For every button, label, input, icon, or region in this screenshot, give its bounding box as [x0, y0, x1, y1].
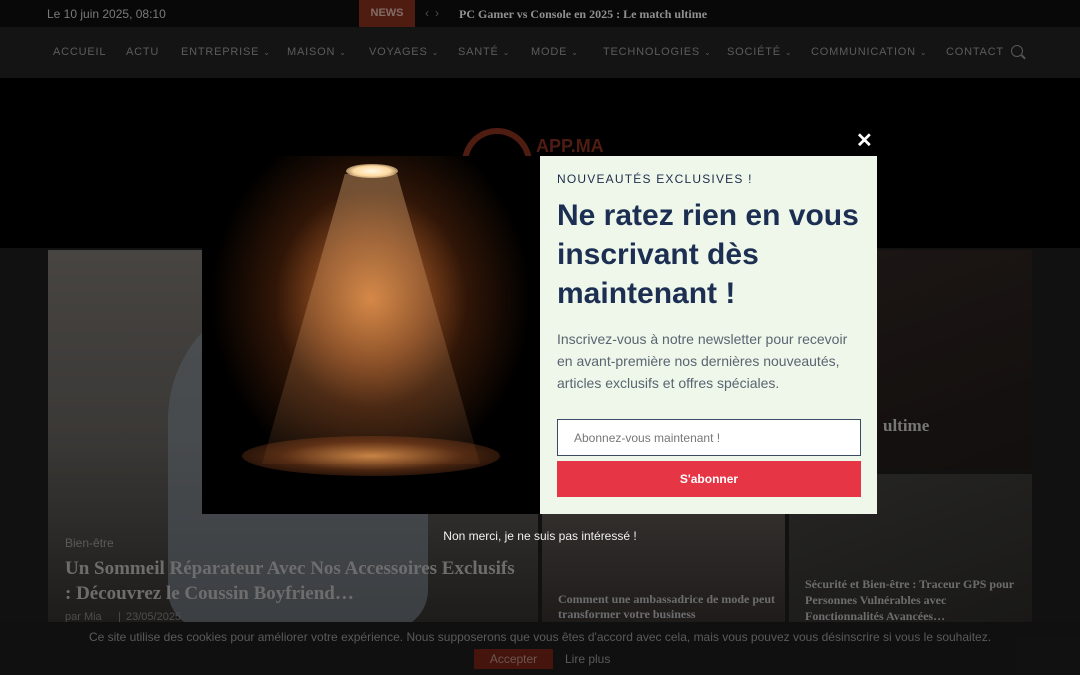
newsletter-email-input[interactable]	[557, 419, 861, 456]
popup-description: Inscrivez-vous à notre newsletter pour r…	[557, 331, 848, 391]
popup-headline: Ne ratez rien en vous inscrivant dès mai…	[557, 199, 859, 310]
newsletter-popup: NOUVEAUTÉS EXCLUSIVES ! Ne ratez rien en…	[540, 156, 877, 514]
subscribe-button[interactable]: S'abonner	[557, 461, 861, 497]
no-thanks-link[interactable]: Non merci, je ne suis pas intéressé !	[0, 529, 1080, 543]
popup-image	[202, 156, 540, 514]
popup-eyebrow: NOUVEAUTÉS EXCLUSIVES !	[557, 172, 753, 186]
spotlight-lamp	[346, 164, 398, 178]
close-icon[interactable]: ✕	[856, 131, 873, 151]
spotlight-floor	[242, 436, 500, 476]
page: Le 10 juin 2025, 08:10 NEWS ‹› PC Gamer …	[0, 0, 1080, 675]
